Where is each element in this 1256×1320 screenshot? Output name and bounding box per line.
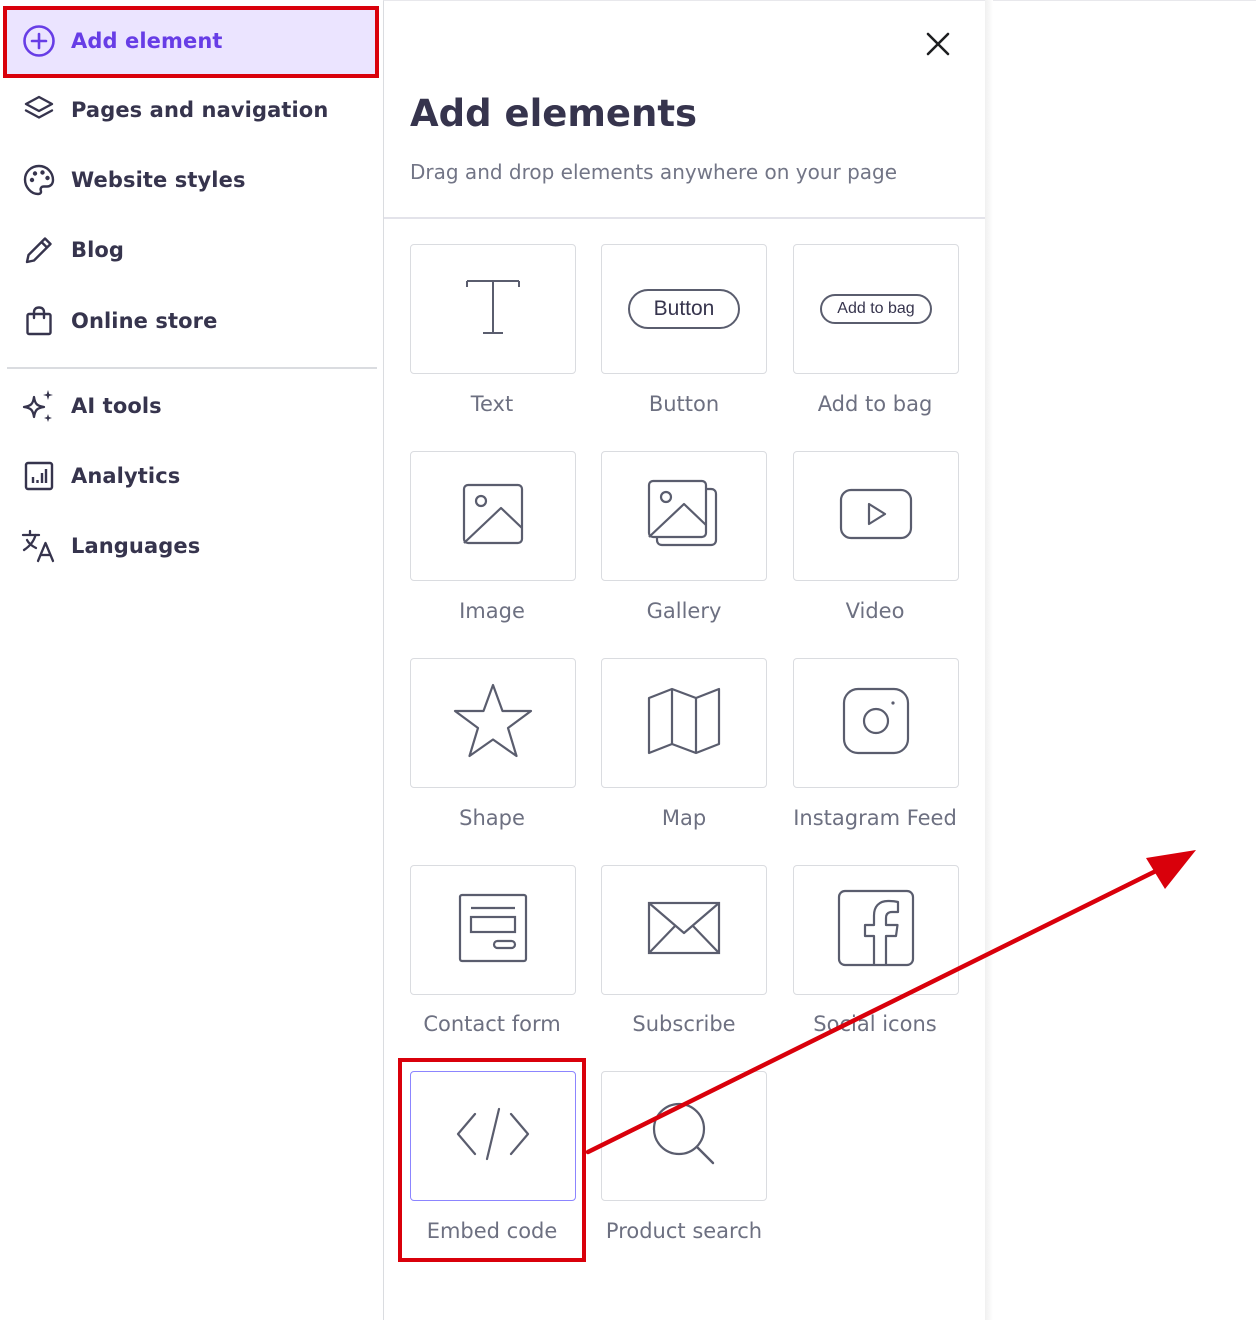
star-icon [451, 681, 535, 765]
element-label: Map [661, 806, 707, 830]
panel-title: Add elements [410, 92, 698, 135]
element-label: Button [648, 392, 720, 416]
code-icon [455, 1106, 531, 1166]
element-label: Embed code [426, 1219, 558, 1243]
element-tile-product-search[interactable] [601, 1071, 767, 1201]
translate-icon [21, 528, 57, 564]
element-label: Add to bag [817, 392, 933, 416]
element-tile-contact-form[interactable] [410, 865, 576, 995]
canvas-top-edge [993, 0, 1256, 1]
element-tile-gallery[interactable] [601, 451, 767, 581]
plus-circle-icon [21, 23, 57, 59]
contact-form-icon [457, 892, 529, 968]
pencil-icon [21, 232, 57, 268]
instagram-icon [842, 687, 910, 759]
sidebar-item-analytics[interactable]: Analytics [7, 443, 377, 509]
sidebar-item-languages[interactable]: Languages [7, 513, 377, 579]
element-tile-instagram-feed[interactable] [793, 658, 959, 788]
element-label: Subscribe [632, 1012, 736, 1036]
sidebar-item-online-store[interactable]: Online store [7, 288, 377, 354]
layers-icon [21, 92, 57, 128]
element-tile-map[interactable] [601, 658, 767, 788]
element-label: Social icons [813, 1012, 937, 1036]
sidebar-item-ai-tools[interactable]: AI tools [7, 373, 377, 439]
close-button[interactable] [920, 28, 956, 64]
search-icon [649, 1099, 719, 1173]
element-tile-image[interactable] [410, 451, 576, 581]
sidebar-item-label: Languages [71, 534, 201, 558]
element-tile-button[interactable]: Button [601, 244, 767, 374]
element-tile-video[interactable] [793, 451, 959, 581]
sidebar-item-blog[interactable]: Blog [7, 217, 377, 283]
sidebar-item-pages-and-navigation[interactable]: Pages and navigation [7, 77, 377, 143]
gallery-icon [646, 479, 722, 553]
sidebar-item-label: Website styles [71, 168, 246, 192]
element-label: Text [470, 392, 514, 416]
sidebar: Add element Pages and navigation Website… [0, 0, 383, 1320]
sidebar-item-label: AI tools [71, 394, 162, 418]
image-icon [461, 482, 525, 550]
sidebar-item-label: Online store [71, 309, 218, 333]
text-icon [461, 275, 525, 343]
panel-subtitle: Drag and drop elements anywhere on your … [410, 160, 898, 184]
add-to-bag-pill-icon: Add to bag [820, 294, 932, 324]
element-label: Image [459, 599, 525, 623]
shopping-bag-icon [21, 303, 57, 339]
element-tile-text[interactable] [410, 244, 576, 374]
sidebar-item-label: Add element [71, 29, 223, 53]
video-icon [838, 487, 914, 545]
element-label: Instagram Feed [793, 806, 957, 830]
element-label: Video [845, 599, 905, 623]
facebook-icon [836, 888, 916, 972]
envelope-icon [646, 900, 722, 960]
map-icon [646, 686, 722, 760]
element-tile-subscribe[interactable] [601, 865, 767, 995]
element-label: Contact form [423, 1012, 561, 1036]
sidebar-item-website-styles[interactable]: Website styles [7, 147, 377, 213]
close-icon [925, 31, 951, 61]
sidebar-divider [7, 367, 377, 369]
element-tile-add-to-bag[interactable]: Add to bag [793, 244, 959, 374]
analytics-icon [21, 458, 57, 494]
element-tile-social-icons[interactable] [793, 865, 959, 995]
sidebar-item-label: Analytics [71, 464, 181, 488]
palette-icon [21, 162, 57, 198]
element-label: Product search [605, 1219, 763, 1243]
panel-divider [384, 217, 985, 219]
element-label: Shape [459, 806, 525, 830]
sidebar-item-label: Pages and navigation [71, 98, 329, 122]
element-tile-embed-code[interactable] [410, 1071, 576, 1201]
element-tile-shape[interactable] [410, 658, 576, 788]
panel-shadow [985, 0, 993, 1320]
sidebar-item-label: Blog [71, 238, 125, 262]
sidebar-item-add-element[interactable]: Add element [7, 8, 377, 74]
arrowhead-icon [1146, 850, 1196, 889]
element-label: Gallery [646, 599, 722, 623]
sparkles-icon [21, 388, 57, 424]
button-pill-icon: Button [628, 289, 740, 329]
